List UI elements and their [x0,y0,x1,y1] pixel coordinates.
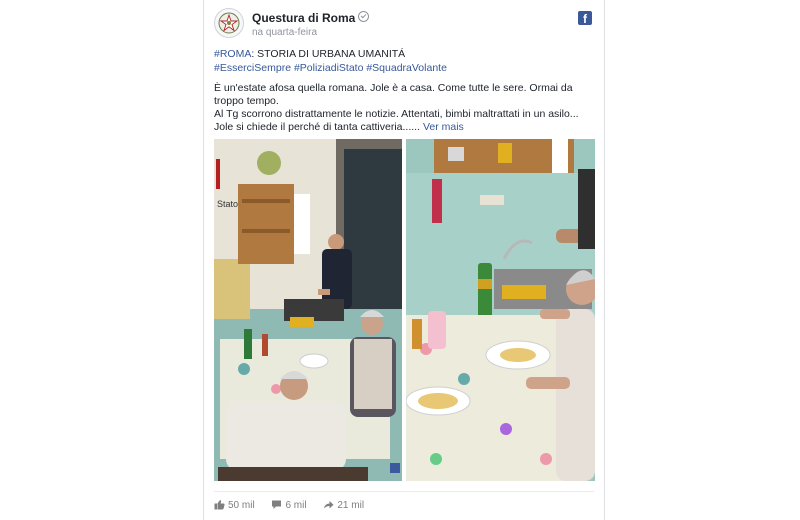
hashtag-roma[interactable]: #ROMA [214,48,251,60]
hashtag[interactable]: #PoliziadiStato [294,62,363,74]
hashtag-line: #EsserciSempre #PoliziadiStato #SquadraV… [214,62,594,75]
hashtag[interactable]: #EsserciSempre [214,62,291,74]
shares-stat[interactable]: 21 mil [323,499,364,511]
facebook-icon[interactable]: f [578,11,592,26]
post-card: Questura di Roma na quarta-feira f #ROMA… [203,0,605,520]
body-paragraph-2-text: Al Tg scorrono distrattamente le notizie… [214,108,579,133]
comments-stat[interactable]: 6 mil [271,499,307,511]
comment-icon [272,500,282,509]
divider [214,491,594,492]
photo-left-image: Stato [214,139,402,481]
photo-left-sign: Stato [217,199,238,209]
likes-count: 50 mil [228,500,255,511]
post-header: Questura di Roma na quarta-feira f [214,8,594,42]
post-title: #ROMA: STORIA DI URBANA UMANITÁ [214,48,594,61]
photo-grid: Stato [214,139,595,481]
avatar[interactable] [214,8,244,38]
hashtag[interactable]: #SquadraVolante [366,62,447,74]
photo-right[interactable] [406,139,595,481]
photo-right-image [406,139,595,481]
body-paragraph-1: È un'estate afosa quella romana. Jole è … [214,82,573,107]
see-more-link[interactable]: Ver mais [423,121,464,133]
timestamp[interactable]: na quarta-feira [252,27,317,38]
body-paragraph-2: Al Tg scorrono distrattamente le notizie… [214,108,594,134]
shares-count: 21 mil [337,500,365,511]
emblem-icon [218,12,240,34]
likes-stat[interactable]: 50 mil [214,499,255,511]
post-body: È un'estate afosa quella romana. Jole è … [214,82,594,134]
photo-left[interactable]: Stato [214,139,402,481]
share-icon [324,501,334,509]
page-name-row: Questura di Roma [252,11,370,25]
title-text: : STORIA DI URBANA UMANITÁ [251,48,406,60]
verified-icon [358,11,370,22]
like-icon [214,500,225,510]
comments-count: 6 mil [285,500,307,511]
engagement-bar: 50 mil 6 mil 21 mil [214,499,378,511]
page-name[interactable]: Questura di Roma [252,11,355,25]
